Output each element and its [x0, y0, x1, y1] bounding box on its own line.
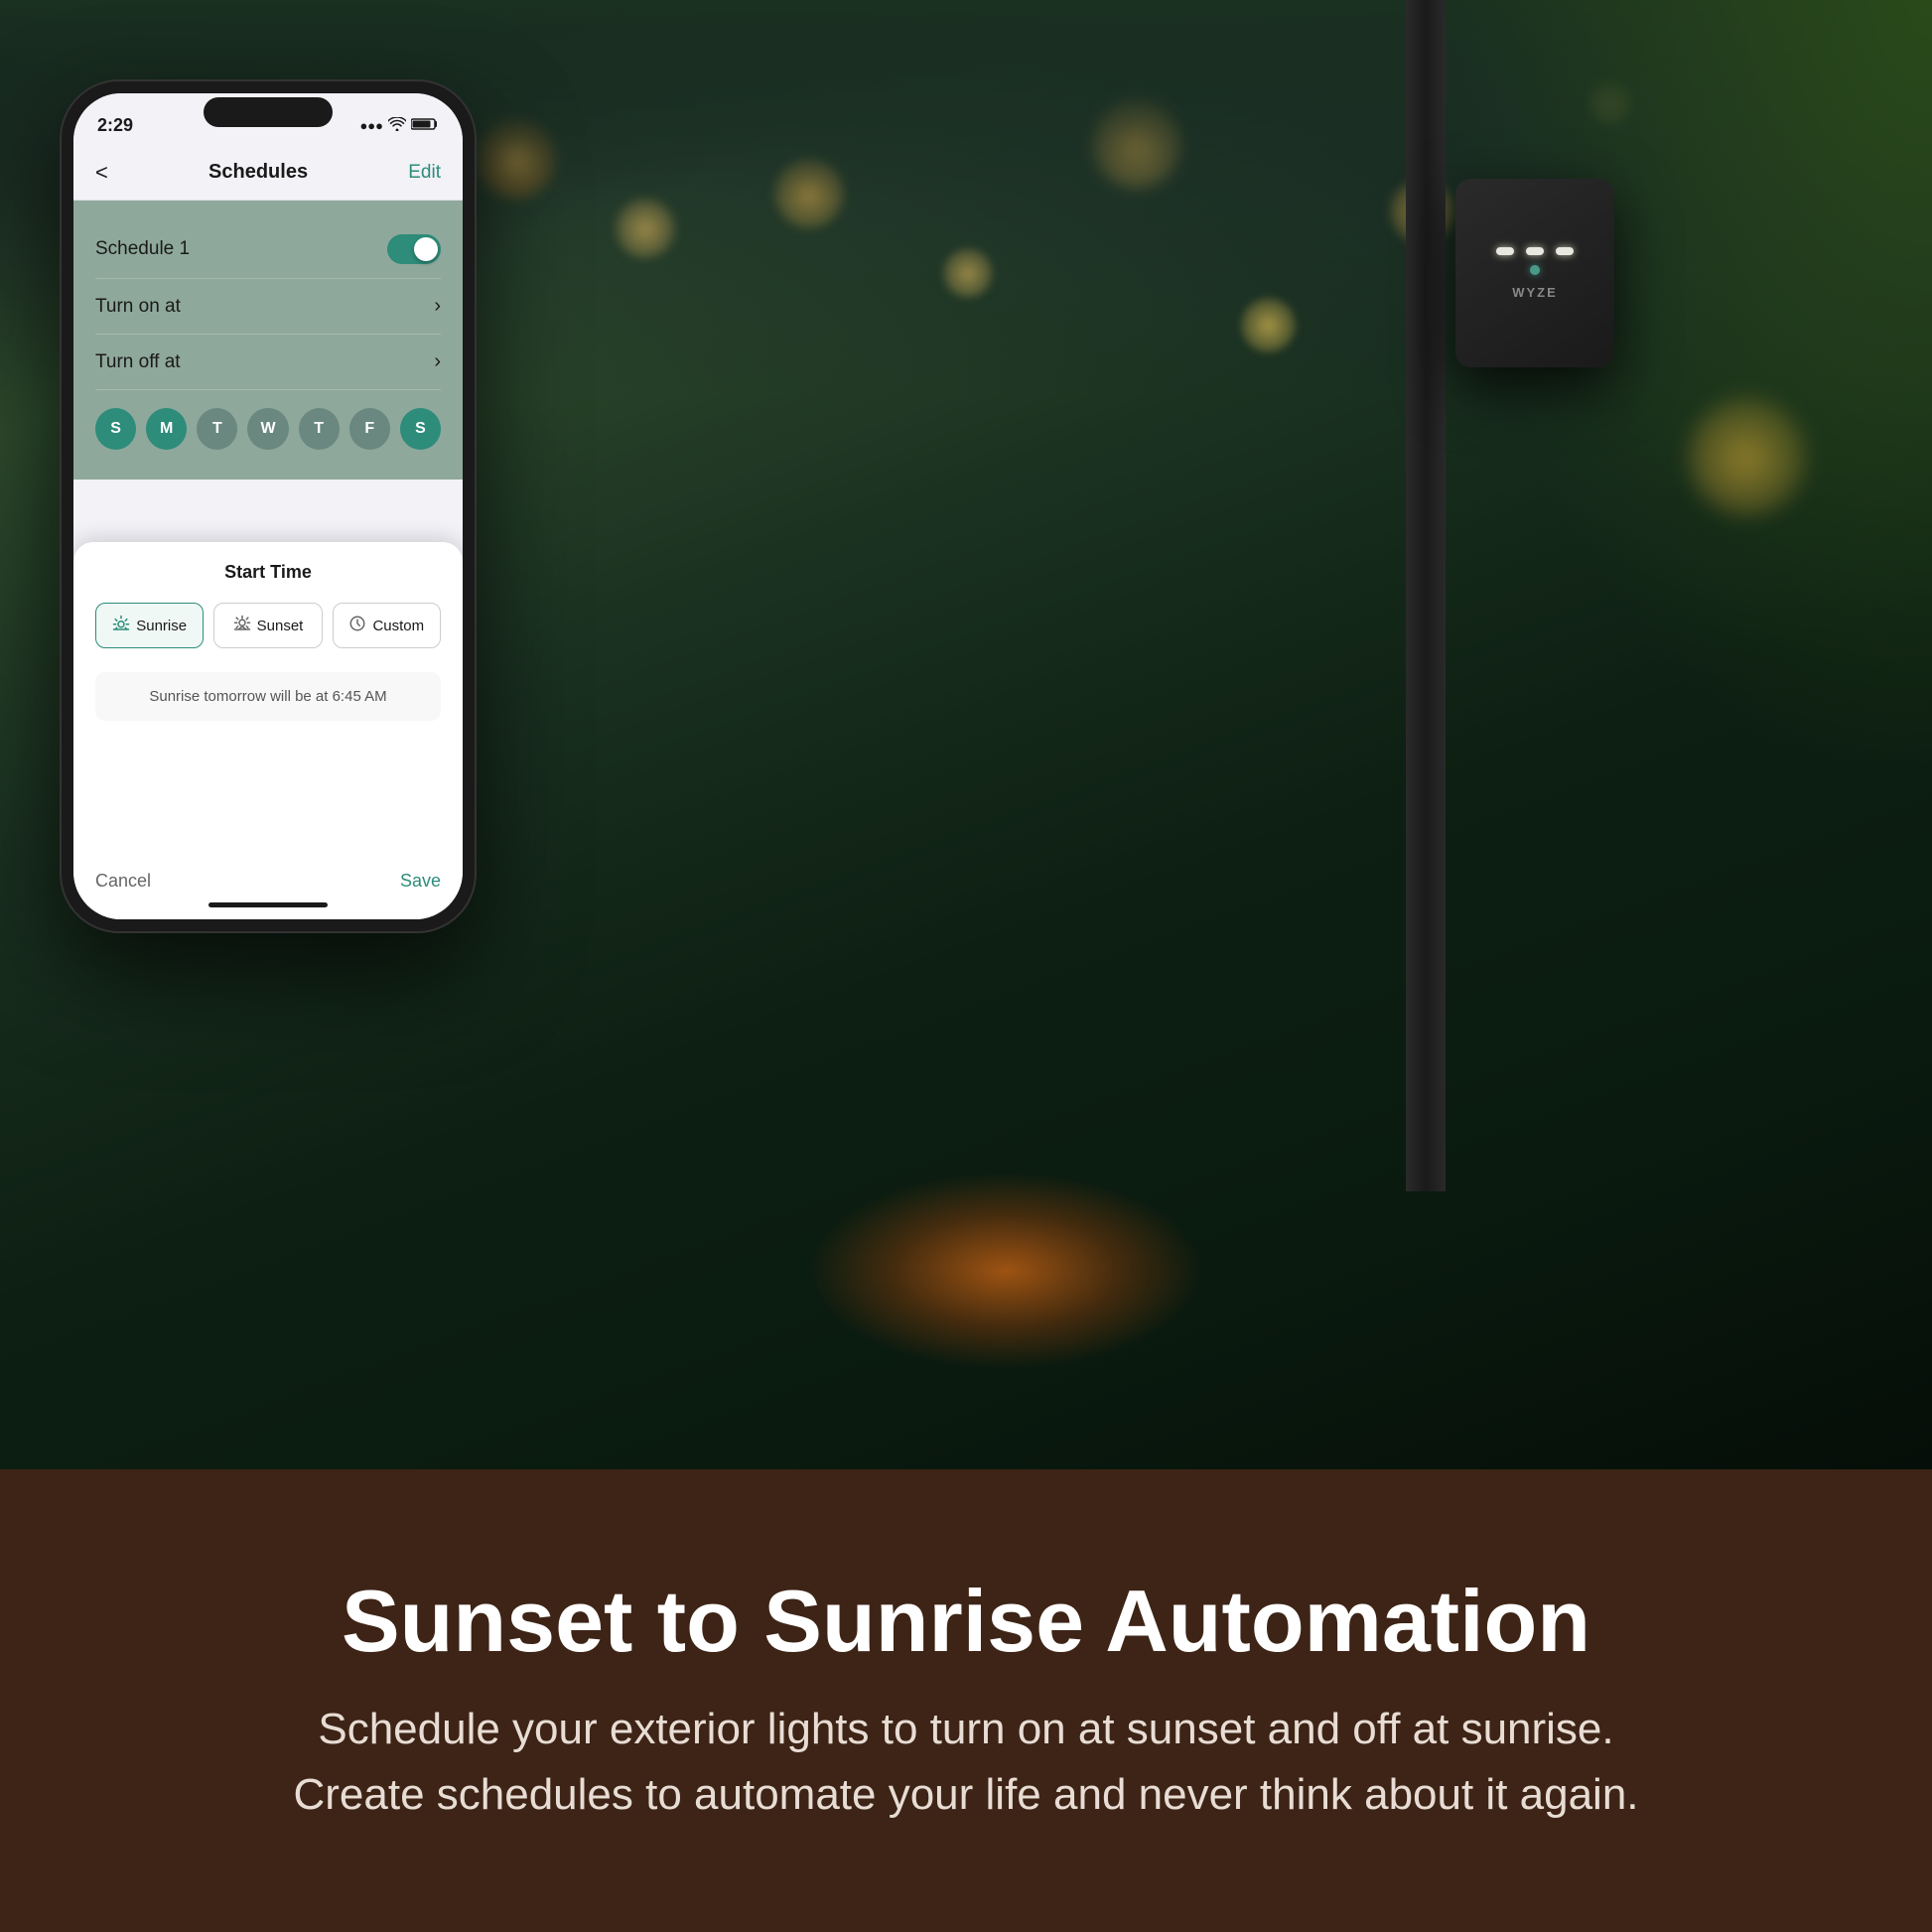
- nav-title: Schedules: [208, 161, 308, 184]
- toggle-thumb: [414, 237, 438, 261]
- day-wednesday[interactable]: W: [247, 408, 288, 450]
- turn-on-label: Turn on at: [95, 296, 181, 318]
- wyze-device: WYZE: [1455, 179, 1614, 367]
- status-icons: ●●●: [359, 117, 439, 134]
- custom-clock-icon: [348, 615, 366, 637]
- cancel-button[interactable]: Cancel: [95, 871, 151, 892]
- wifi-icon: [388, 117, 406, 134]
- day-saturday[interactable]: S: [400, 408, 441, 450]
- turn-on-chevron: ›: [434, 295, 441, 318]
- sheet-title: Start Time: [95, 562, 441, 583]
- bottom-title: Sunset to Sunrise Automation: [342, 1574, 1590, 1670]
- wyze-light-3: [1556, 247, 1574, 255]
- turn-off-row[interactable]: Turn off at ›: [95, 335, 441, 390]
- bottom-subtitle-1: Schedule your exterior lights to turn on…: [293, 1697, 1638, 1828]
- edit-button[interactable]: Edit: [408, 162, 441, 184]
- phone-shell: 2:29 ●●● < Schedules Edit: [60, 79, 477, 933]
- phone-screen: 2:29 ●●● < Schedules Edit: [73, 93, 463, 919]
- time-options: Sunrise Sunset Custom: [95, 603, 441, 648]
- wyze-status-dot: [1530, 265, 1540, 275]
- battery-icon: [411, 117, 439, 134]
- sunset-label: Sunset: [257, 618, 304, 634]
- wyze-brand-label: WYZE: [1512, 285, 1558, 300]
- sunrise-label: Sunrise: [136, 618, 187, 634]
- day-monday[interactable]: M: [146, 408, 187, 450]
- custom-option[interactable]: Custom: [333, 603, 441, 648]
- schedule-toggle[interactable]: [387, 234, 441, 264]
- wyze-light-2: [1526, 247, 1544, 255]
- day-tuesday[interactable]: T: [197, 408, 237, 450]
- sunset-option[interactable]: Sunset: [213, 603, 322, 648]
- photo-background: WYZE 2:29 ●●●: [0, 0, 1932, 1469]
- back-button[interactable]: <: [95, 160, 108, 186]
- wyze-light-1: [1496, 247, 1514, 255]
- schedule-row: Schedule 1: [95, 220, 441, 279]
- bottom-sheet: Start Time Sunrise: [73, 542, 463, 919]
- turn-off-label: Turn off at: [95, 351, 181, 373]
- subtitle-line-2: Create schedules to automate your life a…: [293, 1770, 1638, 1819]
- subtitle-line-1: Schedule your exterior lights to turn on…: [318, 1705, 1613, 1753]
- foliage-right: [1436, 0, 1932, 794]
- schedule-area: Schedule 1 Turn on at › Turn off at ›: [73, 201, 463, 480]
- sunrise-icon: [112, 615, 130, 637]
- custom-label: Custom: [372, 618, 424, 634]
- wyze-indicator-lights: [1496, 247, 1574, 255]
- fire-glow: [807, 1172, 1204, 1370]
- phone-mockup: 2:29 ●●● < Schedules Edit: [60, 79, 477, 933]
- sheet-actions: Cancel Save: [95, 871, 441, 892]
- save-button[interactable]: Save: [400, 871, 441, 892]
- day-friday[interactable]: F: [349, 408, 390, 450]
- sunrise-option[interactable]: Sunrise: [95, 603, 204, 648]
- sunset-icon: [233, 615, 251, 637]
- day-sunday[interactable]: S: [95, 408, 136, 450]
- info-text: Sunrise tomorrow will be at 6:45 AM: [95, 672, 441, 721]
- turn-off-chevron: ›: [434, 350, 441, 373]
- pole: [1406, 0, 1446, 1191]
- status-time: 2:29: [97, 115, 133, 136]
- signal-icon: ●●●: [359, 118, 383, 133]
- days-row: S M T W T F S: [95, 390, 441, 460]
- home-bar: [208, 902, 328, 907]
- phone-notch: [204, 97, 333, 127]
- nav-bar: < Schedules Edit: [73, 145, 463, 201]
- day-thursday[interactable]: T: [299, 408, 340, 450]
- turn-on-row[interactable]: Turn on at ›: [95, 279, 441, 335]
- schedule-label: Schedule 1: [95, 238, 190, 260]
- bottom-section: Sunset to Sunrise Automation Schedule yo…: [0, 1469, 1932, 1932]
